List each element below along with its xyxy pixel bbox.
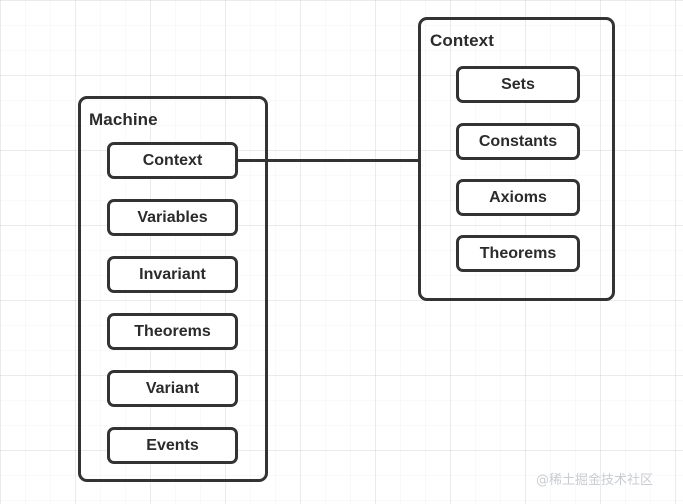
context-node-constants[interactable]: Constants [456, 123, 580, 160]
machine-node-invariant[interactable]: Invariant [107, 256, 238, 293]
machine-node-context[interactable]: Context [107, 142, 238, 179]
context-node-axioms[interactable]: Axioms [456, 179, 580, 216]
context-group-title: Context [430, 31, 494, 50]
machine-node-variables[interactable]: Variables [107, 199, 238, 236]
machine-node-events[interactable]: Events [107, 427, 238, 464]
machine-group-title: Machine [89, 110, 158, 129]
context-node-theorems[interactable]: Theorems [456, 235, 580, 272]
diagram-canvas: Machine Context Variables Invariant Theo… [0, 0, 683, 504]
watermark: @稀土掘金技术社区 [536, 473, 654, 488]
machine-node-variant[interactable]: Variant [107, 370, 238, 407]
context-node-sets[interactable]: Sets [456, 66, 580, 103]
machine-node-theorems[interactable]: Theorems [107, 313, 238, 350]
